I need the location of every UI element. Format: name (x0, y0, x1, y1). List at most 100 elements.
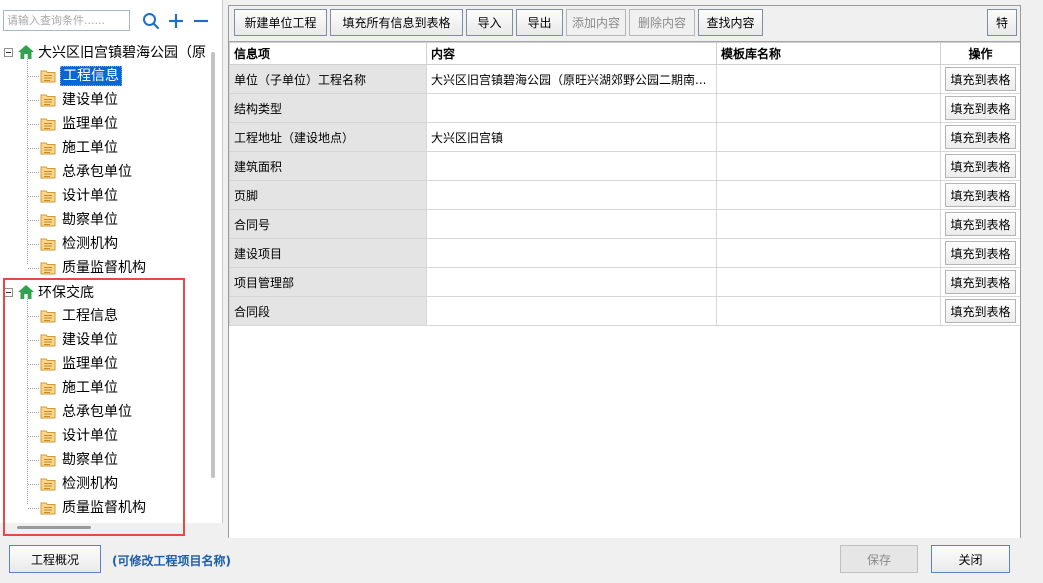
tree-connector-line (28, 316, 39, 317)
tree-connector-line (28, 220, 39, 221)
project-tree: 大兴区旧宫镇碧海公园（原 工程信息 建设单位 监理单位 施工单位 总承包单位 设计单位 勘察单… (0, 38, 210, 518)
tree-connector-line (27, 59, 28, 264)
project-overview-button[interactable]: 工程概况 (9, 545, 101, 573)
table-row[interactable]: 合同号 填充到表格 (229, 209, 1020, 239)
tree-item[interactable]: 监理单位 (40, 113, 120, 135)
tree-connector-line (28, 412, 39, 413)
content-cell[interactable] (426, 238, 717, 268)
tree-item[interactable]: 总承包单位 (40, 401, 134, 423)
table-row[interactable]: 单位（子单位）工程名称 大兴区旧宫镇碧海公园（原旺兴湖郊野公园二期南... 填充到表… (229, 64, 1020, 94)
tree-item[interactable]: 工程信息 (40, 305, 120, 327)
tree-item[interactable]: 设计单位 (40, 185, 120, 207)
content-cell[interactable] (426, 209, 717, 239)
folder-icon (40, 238, 56, 251)
content-cell[interactable]: 大兴区旧宫镇 (426, 122, 717, 152)
find-content-button[interactable]: 查找内容 (698, 9, 763, 36)
tree-root-node[interactable]: 环保交底 (4, 281, 94, 303)
table-row[interactable]: 项目管理部 填充到表格 (229, 267, 1020, 297)
tree-horizontal-scrollbar[interactable] (17, 526, 91, 529)
operation-cell: 填充到表格 (940, 238, 1020, 268)
template-name-cell[interactable] (716, 93, 941, 123)
content-cell[interactable]: 大兴区旧宫镇碧海公园（原旺兴湖郊野公园二期南... (426, 64, 717, 94)
tree-connector-line (27, 299, 28, 504)
tree-item[interactable]: 工程信息 (40, 65, 122, 87)
tree-item[interactable]: 勘察单位 (40, 449, 120, 471)
table-row[interactable]: 合同段 填充到表格 (229, 296, 1020, 326)
folder-icon (40, 406, 56, 419)
close-button[interactable]: 关闭 (931, 545, 1010, 573)
import-button[interactable]: 导入 (466, 9, 513, 36)
tree-item[interactable]: 施工单位 (40, 377, 120, 399)
operation-cell: 填充到表格 (940, 93, 1020, 123)
template-name-cell[interactable] (716, 151, 941, 181)
tree-item-label: 建设单位 (62, 332, 118, 348)
content-cell[interactable] (426, 267, 717, 297)
tree-root-node[interactable]: 大兴区旧宫镇碧海公园（原 (4, 41, 206, 63)
tree-item[interactable]: 检测机构 (40, 233, 120, 255)
content-cell[interactable] (426, 180, 717, 210)
tree-item-label: 检测机构 (62, 236, 118, 252)
fill-to-table-button[interactable]: 填充到表格 (945, 212, 1016, 236)
fill-to-table-button[interactable]: 填充到表格 (945, 241, 1016, 265)
content-cell[interactable] (426, 296, 717, 326)
fill-to-table-button[interactable]: 填充到表格 (945, 299, 1016, 323)
delete-content-button[interactable]: 删除内容 (629, 9, 695, 36)
template-name-cell[interactable] (716, 180, 941, 210)
table-row[interactable]: 页脚 填充到表格 (229, 180, 1020, 210)
tree-root-label: 环保交底 (38, 285, 94, 301)
template-name-cell[interactable] (716, 122, 941, 152)
edit-name-hint: (可修改工程项目名称) (112, 554, 231, 568)
tree-item[interactable]: 建设单位 (40, 329, 120, 351)
info-item-cell: 项目管理部 (229, 267, 427, 297)
export-button[interactable]: 导出 (516, 9, 563, 36)
template-name-cell[interactable] (716, 296, 941, 326)
template-name-cell[interactable] (716, 209, 941, 239)
search-input[interactable] (3, 10, 130, 31)
tree-item[interactable]: 勘察单位 (40, 209, 120, 231)
new-unit-project-button[interactable]: 新建单位工程 (234, 9, 327, 36)
minus-icon[interactable] (192, 12, 210, 30)
folder-icon (40, 262, 56, 275)
tree-vertical-scrollbar[interactable] (211, 52, 215, 478)
fill-to-table-button[interactable]: 填充到表格 (945, 125, 1016, 149)
template-name-cell[interactable] (716, 267, 941, 297)
tree-item[interactable]: 设计单位 (40, 425, 120, 447)
tree-connector-line (28, 196, 39, 197)
fill-to-table-button[interactable]: 填充到表格 (945, 183, 1016, 207)
collapse-toggle-icon[interactable] (4, 287, 13, 297)
tree-item-label: 质量监督机构 (62, 260, 146, 276)
plus-icon[interactable] (167, 12, 185, 30)
save-button[interactable]: 保存 (840, 545, 918, 573)
tree-item[interactable]: 建设单位 (40, 89, 120, 111)
table-row[interactable]: 建设项目 填充到表格 (229, 238, 1020, 268)
special-button[interactable]: 特 (987, 9, 1017, 36)
tree-connector-line (28, 508, 39, 509)
collapse-toggle-icon[interactable] (4, 47, 13, 57)
tree-item-label: 工程信息 (62, 308, 118, 324)
fill-to-table-button[interactable]: 填充到表格 (945, 270, 1016, 294)
template-name-cell[interactable] (716, 64, 941, 94)
operation-cell: 填充到表格 (940, 64, 1020, 94)
tree-item[interactable]: 质量监督机构 (40, 497, 148, 518)
folder-icon (40, 70, 56, 83)
table-row[interactable]: 建筑面积 填充到表格 (229, 151, 1020, 181)
tree-connector-line (28, 364, 39, 365)
content-cell[interactable] (426, 151, 717, 181)
fill-all-to-table-button[interactable]: 填充所有信息到表格 (330, 9, 463, 36)
tree-item[interactable]: 监理单位 (40, 353, 120, 375)
tree-item[interactable]: 施工单位 (40, 137, 120, 159)
fill-to-table-button[interactable]: 填充到表格 (945, 154, 1016, 178)
tree-item-label: 监理单位 (62, 116, 118, 132)
table-row[interactable]: 工程地址（建设地点） 大兴区旧宫镇 填充到表格 (229, 122, 1020, 152)
tree-item[interactable]: 总承包单位 (40, 161, 134, 183)
add-content-button[interactable]: 添加内容 (566, 9, 626, 36)
fill-to-table-button[interactable]: 填充到表格 (945, 67, 1016, 91)
folder-icon (40, 382, 56, 395)
tree-item[interactable]: 检测机构 (40, 473, 120, 495)
search-icon[interactable] (142, 12, 160, 30)
table-row[interactable]: 结构类型 填充到表格 (229, 93, 1020, 123)
fill-to-table-button[interactable]: 填充到表格 (945, 96, 1016, 120)
content-cell[interactable] (426, 93, 717, 123)
template-name-cell[interactable] (716, 238, 941, 268)
tree-item[interactable]: 质量监督机构 (40, 257, 148, 279)
